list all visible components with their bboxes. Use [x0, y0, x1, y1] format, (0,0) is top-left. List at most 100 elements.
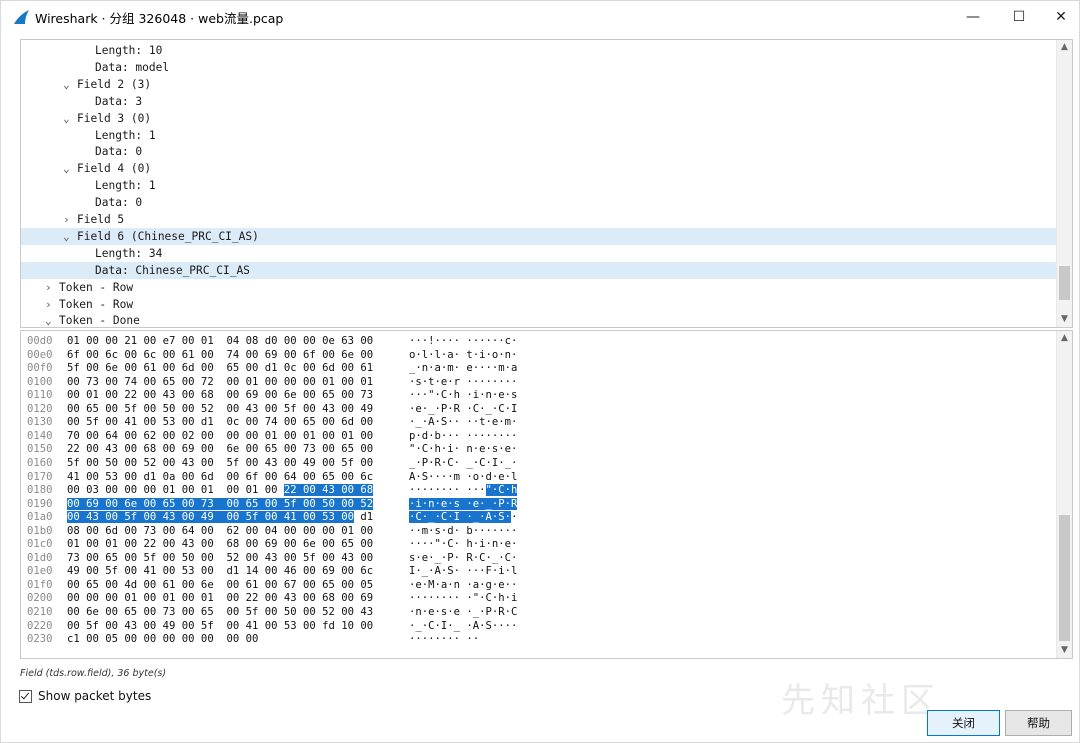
ascii-bytes[interactable]: I·_·A·S· ···F·i·l [409, 565, 517, 579]
hex-bytes[interactable]: 22 00 43 00 68 00 69 00 6e 00 65 00 73 0… [67, 443, 373, 457]
tree-row[interactable]: › Field 5 [21, 211, 1057, 228]
scroll-down-icon[interactable]: ▼ [1057, 312, 1072, 327]
tree-row[interactable]: Length: 34 [21, 245, 1057, 262]
hex-row[interactable]: 00f0 5f 00 6e 00 61 00 6d 00 65 00 d1 0c … [21, 362, 1051, 376]
ascii-bytes[interactable]: _·P·R·C· _·C·I·_· [409, 457, 517, 471]
close-button[interactable]: 关闭 [927, 710, 1000, 736]
tree-row[interactable]: ⌄ Field 6 (Chinese_PRC_CI_AS) [21, 227, 1057, 245]
hex-row[interactable]: 01e0 49 00 5f 00 41 00 53 00 d1 14 00 46 … [21, 565, 1051, 579]
chevron-down-icon[interactable]: ⌄ [63, 110, 77, 127]
hex-row[interactable]: 0190 00 69 00 6e 00 65 00 73 00 65 00 5f … [21, 497, 1051, 512]
hex-row[interactable]: 0140 70 00 64 00 62 00 02 00 00 00 01 00 … [21, 430, 1051, 444]
ascii-bytes[interactable]: ·e·_·P·R ·C·_·C·I [409, 403, 517, 417]
tree-row[interactable]: Length: 1 [21, 127, 1057, 144]
chevron-right-icon[interactable]: › [45, 279, 59, 296]
chevron-down-icon[interactable]: ⌄ [63, 228, 77, 245]
ascii-bytes[interactable]: ········ ·"·C·h·i [409, 592, 517, 606]
hex-row[interactable]: 01f0 00 65 00 4d 00 61 00 6e 00 61 00 67 … [21, 579, 1051, 593]
hex-bytes[interactable]: c1 00 05 00 00 00 00 00 00 00 [67, 633, 258, 647]
tree-row[interactable]: ⌄ Field 3 (0) [21, 110, 1057, 127]
bytes-scrollbar[interactable]: ▲ ▼ [1056, 331, 1072, 658]
close-window-button[interactable]: ✕ [1039, 1, 1080, 33]
ascii-bytes[interactable]: ·i·n·e·s ·e·_·P·R [409, 497, 518, 512]
ascii-bytes[interactable]: ·e·M·a·n ·a·g·e·· [409, 579, 517, 593]
hex-bytes[interactable]: 41 00 53 00 d1 0a 00 6d 00 6f 00 64 00 6… [67, 471, 373, 485]
hex-row[interactable]: 0220 00 5f 00 43 00 49 00 5f 00 41 00 53 … [21, 620, 1051, 634]
hex-row[interactable]: 01c0 01 00 01 00 22 00 43 00 68 00 69 00 … [21, 538, 1051, 552]
hex-row[interactable]: 0160 5f 00 50 00 52 00 43 00 5f 00 43 00 … [21, 457, 1051, 471]
help-button[interactable]: 帮助 [1005, 710, 1072, 736]
hex-row[interactable]: 0100 00 73 00 74 00 65 00 72 00 01 00 00 … [21, 376, 1051, 390]
hex-bytes[interactable]: 00 65 00 4d 00 61 00 6e 00 61 00 67 00 6… [67, 579, 373, 593]
hex-bytes[interactable]: 08 00 6d 00 73 00 64 00 62 00 04 00 00 0… [67, 525, 373, 539]
ascii-bytes[interactable]: p·d·b··· ········ [409, 430, 517, 444]
hex-row[interactable]: 0230 c1 00 05 00 00 00 00 00 00 00 ·······… [21, 633, 1051, 647]
hex-bytes[interactable]: 00 73 00 74 00 65 00 72 00 01 00 00 00 0… [67, 376, 373, 390]
hex-bytes[interactable]: 01 00 00 21 00 e7 00 01 04 08 d0 00 00 0… [67, 335, 373, 349]
scroll-up-icon[interactable]: ▲ [1057, 40, 1072, 55]
hex-bytes[interactable]: 00 43 00 5f 00 43 00 49 00 5f 00 41 00 5… [67, 511, 373, 525]
hex-bytes[interactable]: 00 6e 00 65 00 73 00 65 00 5f 00 50 00 5… [67, 606, 373, 620]
hex-row[interactable]: 0210 00 6e 00 65 00 73 00 65 00 5f 00 50 … [21, 606, 1051, 620]
hex-bytes[interactable]: 00 65 00 5f 00 50 00 52 00 43 00 5f 00 4… [67, 403, 373, 417]
hex-row[interactable]: 0150 22 00 43 00 68 00 69 00 6e 00 65 00 … [21, 443, 1051, 457]
hex-row[interactable]: 0120 00 65 00 5f 00 50 00 52 00 43 00 5f … [21, 403, 1051, 417]
tree-row[interactable]: Length: 10 [21, 42, 1057, 59]
hex-row[interactable]: 01a0 00 43 00 5f 00 43 00 49 00 5f 00 41 … [21, 511, 1051, 525]
bytes-scroll-thumb[interactable] [1059, 515, 1070, 641]
hex-bytes[interactable]: 00 00 00 01 00 01 00 01 00 22 00 43 00 6… [67, 592, 373, 606]
hex-row[interactable]: 01b0 08 00 6d 00 73 00 64 00 62 00 04 00 … [21, 525, 1051, 539]
tree-row[interactable]: ⌄ Token - Done [21, 312, 1057, 327]
maximize-button[interactable]: ☐ [997, 1, 1041, 33]
ascii-bytes[interactable]: ········ ·· [409, 633, 479, 647]
tree-row[interactable]: › Token - Row [21, 296, 1057, 313]
ascii-bytes[interactable]: _·n·a·m· e····m·a [409, 362, 517, 376]
tree-scroll-thumb[interactable] [1059, 266, 1070, 300]
chevron-down-icon[interactable]: ⌄ [63, 76, 77, 93]
chevron-right-icon[interactable]: › [63, 211, 77, 228]
hex-row[interactable]: 0110 00 01 00 22 00 43 00 68 00 69 00 6e … [21, 389, 1051, 403]
minimize-button[interactable]: — [951, 1, 995, 33]
chevron-down-icon[interactable]: ⌄ [63, 160, 77, 177]
hex-bytes[interactable]: 6f 00 6c 00 6c 00 61 00 74 00 69 00 6f 0… [67, 349, 373, 363]
ascii-bytes[interactable]: ···"·C·h ·i·n·e·s [409, 389, 517, 403]
chevron-right-icon[interactable]: › [45, 296, 59, 313]
checkbox-checked-icon[interactable] [19, 689, 32, 703]
hex-bytes[interactable]: 00 01 00 22 00 43 00 68 00 69 00 6e 00 6… [67, 389, 373, 403]
ascii-bytes[interactable]: ·C·_·C·I ·_·A·S·· [409, 511, 517, 525]
ascii-bytes[interactable]: ·s·t·e·r ········ [409, 376, 517, 390]
ascii-bytes[interactable]: ·_·A·S·· ··t·e·m· [409, 416, 517, 430]
hex-bytes[interactable]: 00 69 00 6e 00 65 00 73 00 65 00 5f 00 5… [67, 497, 374, 512]
ascii-bytes[interactable]: ····"·C· h·i·n·e· [409, 538, 517, 552]
ascii-bytes[interactable]: ··m·s·d· b······· [409, 525, 517, 539]
hex-bytes[interactable]: 73 00 65 00 5f 00 50 00 52 00 43 00 5f 0… [67, 552, 373, 566]
chevron-down-icon[interactable]: ⌄ [45, 312, 59, 327]
hex-row[interactable]: 0200 00 00 00 01 00 01 00 01 00 22 00 43 … [21, 592, 1051, 606]
hex-row[interactable]: 00e0 6f 00 6c 00 6c 00 61 00 74 00 69 00 … [21, 349, 1051, 363]
packet-bytes-pane[interactable]: 00d0 01 00 00 21 00 e7 00 01 04 08 d0 00 … [20, 330, 1073, 659]
ascii-bytes[interactable]: ·n·e·s·e ·_·P·R·C [409, 606, 517, 620]
tree-row[interactable]: ⌄ Field 2 (3) [21, 76, 1057, 93]
ascii-bytes[interactable]: ···!···· ······c· [409, 335, 517, 349]
packet-details-tree[interactable]: Length: 10 Data: model ⌄ Field 2 (3) Data: 3… [20, 39, 1073, 328]
tree-row[interactable]: Length: 1 [21, 177, 1057, 194]
hex-bytes[interactable]: 70 00 64 00 62 00 02 00 00 00 01 00 01 0… [67, 430, 373, 444]
tree-row[interactable]: Data: 0 [21, 194, 1057, 211]
scroll-up-icon[interactable]: ▲ [1057, 331, 1072, 346]
tree-row[interactable]: Data: model [21, 59, 1057, 76]
hex-bytes[interactable]: 49 00 5f 00 41 00 53 00 d1 14 00 46 00 6… [67, 565, 373, 579]
hex-bytes[interactable]: 5f 00 6e 00 61 00 6d 00 65 00 d1 0c 00 6… [67, 362, 373, 376]
hex-bytes[interactable]: 00 03 00 00 00 01 00 01 00 01 00 22 00 4… [67, 484, 374, 498]
hex-bytes[interactable]: 5f 00 50 00 52 00 43 00 5f 00 43 00 49 0… [67, 457, 373, 471]
scroll-down-icon[interactable]: ▼ [1057, 643, 1072, 658]
hex-row[interactable]: 01d0 73 00 65 00 5f 00 50 00 52 00 43 00 … [21, 552, 1051, 566]
ascii-bytes[interactable]: s·e·_·P· R·C·_·C· [409, 552, 517, 566]
hex-row[interactable]: 0130 00 5f 00 41 00 53 00 d1 0c 00 74 00 … [21, 416, 1051, 430]
hex-row[interactable]: 00d0 01 00 00 21 00 e7 00 01 04 08 d0 00 … [21, 335, 1051, 349]
tree-scrollbar[interactable]: ▲ ▼ [1056, 40, 1072, 327]
hex-row[interactable]: 0180 00 03 00 00 00 01 00 01 00 01 00 22 … [21, 484, 1051, 498]
tree-row[interactable]: Data: Chinese_PRC_CI_AS [21, 261, 1057, 279]
ascii-bytes[interactable]: o·l·l·a· t·i·o·n· [409, 349, 517, 363]
hex-row[interactable]: 0170 41 00 53 00 d1 0a 00 6d 00 6f 00 64 … [21, 471, 1051, 485]
ascii-bytes[interactable]: ········ ···"·C·h [409, 484, 518, 498]
